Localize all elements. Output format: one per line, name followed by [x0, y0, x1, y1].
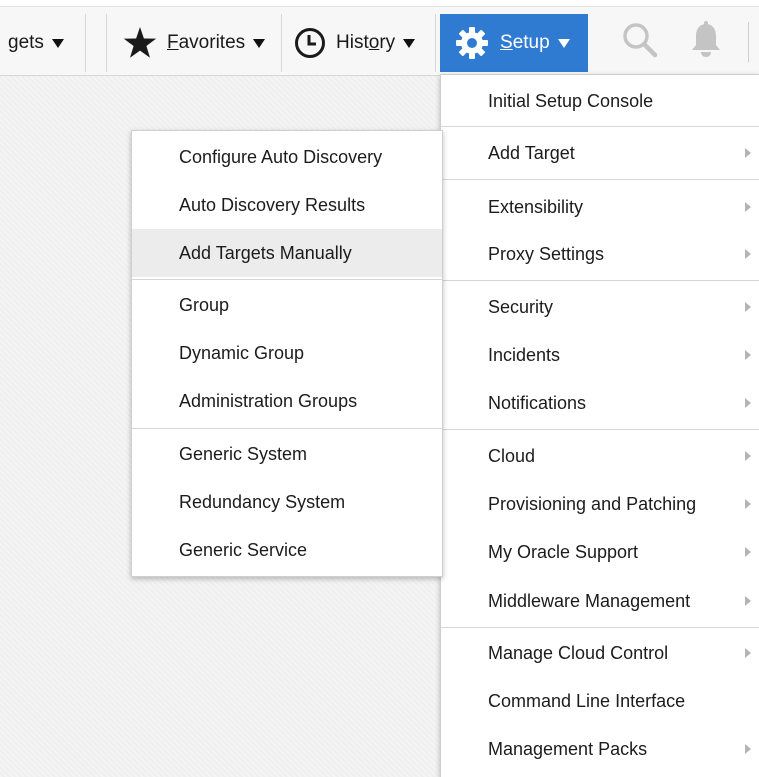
- submenu-arrow-icon: [745, 596, 751, 606]
- setup-menu-button[interactable]: Setup: [440, 14, 588, 72]
- menu-item-generic-system[interactable]: Generic System: [132, 430, 442, 478]
- menu-separator: [441, 280, 759, 281]
- submenu-arrow-icon: [745, 398, 751, 408]
- submenu-arrow-icon: [745, 451, 751, 461]
- menu-item-label: Notifications: [488, 392, 587, 413]
- menu-item-administration-groups[interactable]: Administration Groups: [132, 377, 442, 425]
- menu-item-dynamic-group[interactable]: Dynamic Group: [132, 329, 442, 377]
- menu-item-label: Provisioning and Patching: [488, 493, 697, 514]
- bell-icon: [689, 21, 723, 65]
- caret-down-icon: [51, 38, 64, 48]
- menu-separator: [132, 428, 442, 429]
- menu-item-configure-auto-discovery[interactable]: Configure Auto Discovery: [132, 133, 442, 181]
- menu-item-incidents[interactable]: Incidents: [441, 331, 759, 379]
- submenu-arrow-icon: [745, 202, 751, 212]
- menu-separator: [132, 279, 442, 280]
- search-icon: [620, 20, 660, 66]
- global-toolbar: gets Favorites History Setup: [0, 0, 759, 76]
- menu-item-label: Extensibility: [488, 196, 584, 217]
- menu-item-cloud[interactable]: Cloud: [441, 432, 759, 480]
- menu-item-label: Auto Discovery Results: [179, 194, 366, 215]
- menu-item-generic-service[interactable]: Generic Service: [132, 526, 442, 574]
- menu-item-label: Middleware Management: [488, 590, 691, 611]
- menu-item-label: My Oracle Support: [488, 541, 639, 562]
- menu-item-add-target[interactable]: Add Target: [441, 129, 759, 177]
- menu-item-label: Management Packs: [488, 738, 648, 759]
- menu-item-command-line-interface[interactable]: Command Line Interface: [441, 677, 759, 725]
- menu-item-extensibility[interactable]: Extensibility: [441, 183, 759, 231]
- submenu-arrow-icon: [745, 148, 751, 158]
- targets-label: gets: [8, 32, 44, 53]
- menu-item-security[interactable]: Security: [441, 283, 759, 331]
- history-label: History: [336, 32, 396, 53]
- submenu-arrow-icon: [745, 499, 751, 509]
- menu-item-label: Redundancy System: [179, 491, 346, 512]
- favorites-menu-button[interactable]: Favorites: [106, 14, 282, 72]
- clock-icon: [294, 27, 326, 59]
- add-target-submenu: Configure Auto Discovery Auto Discovery …: [131, 130, 443, 577]
- menu-item-middleware-management[interactable]: Middleware Management: [441, 577, 759, 625]
- menu-item-label: Manage Cloud Control: [488, 642, 669, 663]
- menu-item-label: Proxy Settings: [488, 243, 605, 264]
- menu-separator: [441, 126, 759, 127]
- gear-icon: [454, 25, 490, 61]
- caret-down-icon: [253, 38, 266, 48]
- submenu-arrow-icon: [745, 648, 751, 658]
- targets-menu-button[interactable]: gets: [0, 14, 86, 72]
- menu-item-label: Dynamic Group: [179, 342, 305, 363]
- menu-item-redundancy-system[interactable]: Redundancy System: [132, 478, 442, 526]
- menu-item-initial-setup-console[interactable]: Initial Setup Console: [441, 77, 759, 125]
- submenu-arrow-icon: [745, 547, 751, 557]
- toolbar-top-strip: [0, 0, 759, 7]
- menu-item-manage-cloud-control[interactable]: Manage Cloud Control: [441, 629, 759, 677]
- toolbar-divider: [748, 22, 749, 62]
- menu-item-label: Generic Service: [179, 539, 308, 560]
- menu-item-management-packs[interactable]: Management Packs: [441, 725, 759, 773]
- menu-item-label: Group: [179, 294, 230, 315]
- setup-label: Setup: [500, 32, 550, 53]
- menu-item-group[interactable]: Group: [132, 281, 442, 329]
- setup-dropdown-menu: Initial Setup Console Add Target Extensi…: [440, 74, 759, 777]
- menu-item-label: Security: [488, 296, 554, 317]
- notifications-button[interactable]: [680, 14, 732, 72]
- menu-item-label: Add Targets Manually: [179, 242, 352, 263]
- menu-separator: [441, 179, 759, 180]
- menu-item-label: Incidents: [488, 344, 561, 365]
- menu-item-add-targets-manually[interactable]: Add Targets Manually: [132, 229, 442, 277]
- menu-item-label: Administration Groups: [179, 390, 358, 411]
- menu-item-provisioning-and-patching[interactable]: Provisioning and Patching: [441, 480, 759, 528]
- caret-down-icon: [557, 38, 570, 48]
- menu-item-auto-discovery-results[interactable]: Auto Discovery Results: [132, 181, 442, 229]
- menu-item-my-oracle-support[interactable]: My Oracle Support: [441, 528, 759, 576]
- submenu-arrow-icon: [745, 249, 751, 259]
- history-menu-button[interactable]: History: [282, 14, 436, 72]
- caret-down-icon: [403, 38, 416, 48]
- menu-item-label: Initial Setup Console: [488, 90, 654, 111]
- menu-item-label: Cloud: [488, 445, 536, 466]
- submenu-arrow-icon: [745, 350, 751, 360]
- menu-item-label: Generic System: [179, 443, 308, 464]
- submenu-arrow-icon: [745, 302, 751, 312]
- menu-item-label: Configure Auto Discovery: [179, 146, 383, 167]
- menu-item-proxy-settings[interactable]: Proxy Settings: [441, 230, 759, 278]
- star-icon: [123, 27, 157, 59]
- favorites-label: Favorites: [167, 32, 246, 53]
- menu-separator: [441, 429, 759, 430]
- menu-item-notifications[interactable]: Notifications: [441, 379, 759, 427]
- submenu-arrow-icon: [745, 744, 751, 754]
- menu-item-label: Command Line Interface: [488, 690, 686, 711]
- menu-item-label: Add Target: [488, 142, 575, 163]
- menu-separator: [441, 627, 759, 628]
- search-button[interactable]: [612, 14, 668, 72]
